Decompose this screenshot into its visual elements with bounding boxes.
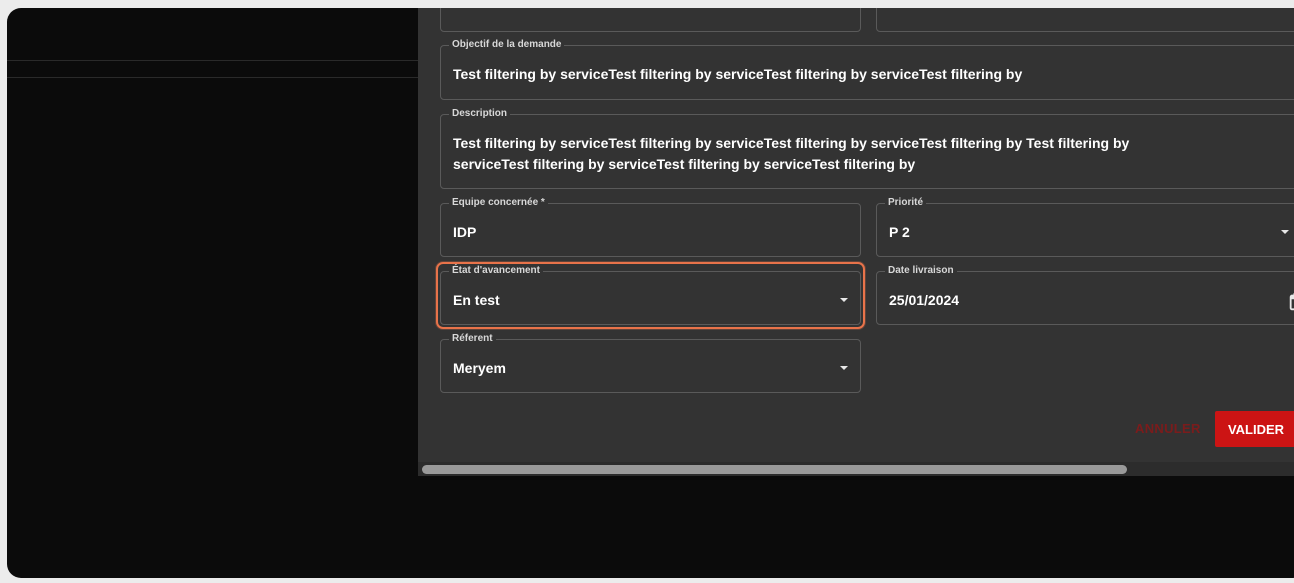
description-field[interactable]: Description Test filtering by serviceTes… [440, 109, 1294, 189]
date-livraison-value[interactable]: 25/01/2024 [889, 290, 1294, 311]
horizontal-scrollbar[interactable] [418, 462, 1294, 476]
equipe-field[interactable]: Equipe concernée * IDP [440, 198, 861, 257]
cancel-button[interactable]: ANNULER [1135, 421, 1201, 436]
priorite-value[interactable]: P 2 [889, 222, 1294, 243]
edit-request-dialog: Objectif de la demande Test filtering by… [418, 8, 1294, 476]
objectif-value[interactable]: Test filtering by serviceTest filtering … [453, 64, 1294, 85]
description-label: Description [452, 108, 508, 119]
calendar-icon[interactable] [1287, 291, 1294, 313]
equipe-label: Equipe concernée * [452, 197, 545, 208]
screen-frame: Objectif de la demande Test filtering by… [7, 8, 1294, 578]
equipe-value[interactable]: IDP [453, 222, 848, 243]
date-livraison-label: Date livraison [888, 265, 954, 276]
referent-label: Réferent [452, 333, 493, 344]
focus-highlight [436, 262, 865, 329]
description-line-1[interactable]: Test filtering by serviceTest filtering … [453, 133, 1294, 154]
divider [7, 60, 419, 61]
date-livraison-field[interactable]: Date livraison 25/01/2024 [876, 266, 1294, 325]
divider [7, 77, 419, 78]
priorite-select[interactable]: Priorité P 2 [876, 198, 1294, 257]
description-line-2[interactable]: serviceTest filtering by serviceTest fil… [453, 154, 1294, 175]
objectif-label: Objectif de la demande [452, 39, 562, 50]
referent-select[interactable]: Réferent Meryem [440, 334, 861, 393]
objectif-field[interactable]: Objectif de la demande Test filtering by… [440, 40, 1294, 100]
priorite-label: Priorité [888, 197, 924, 208]
field-top-right[interactable] [876, 8, 1294, 32]
scrollbar-thumb[interactable] [422, 465, 1127, 474]
chevron-down-icon[interactable] [840, 366, 848, 370]
referent-value[interactable]: Meryem [453, 358, 848, 379]
field-top-left[interactable] [440, 8, 861, 32]
validate-button[interactable]: VALIDER [1215, 411, 1294, 447]
chevron-down-icon[interactable] [1281, 230, 1289, 234]
